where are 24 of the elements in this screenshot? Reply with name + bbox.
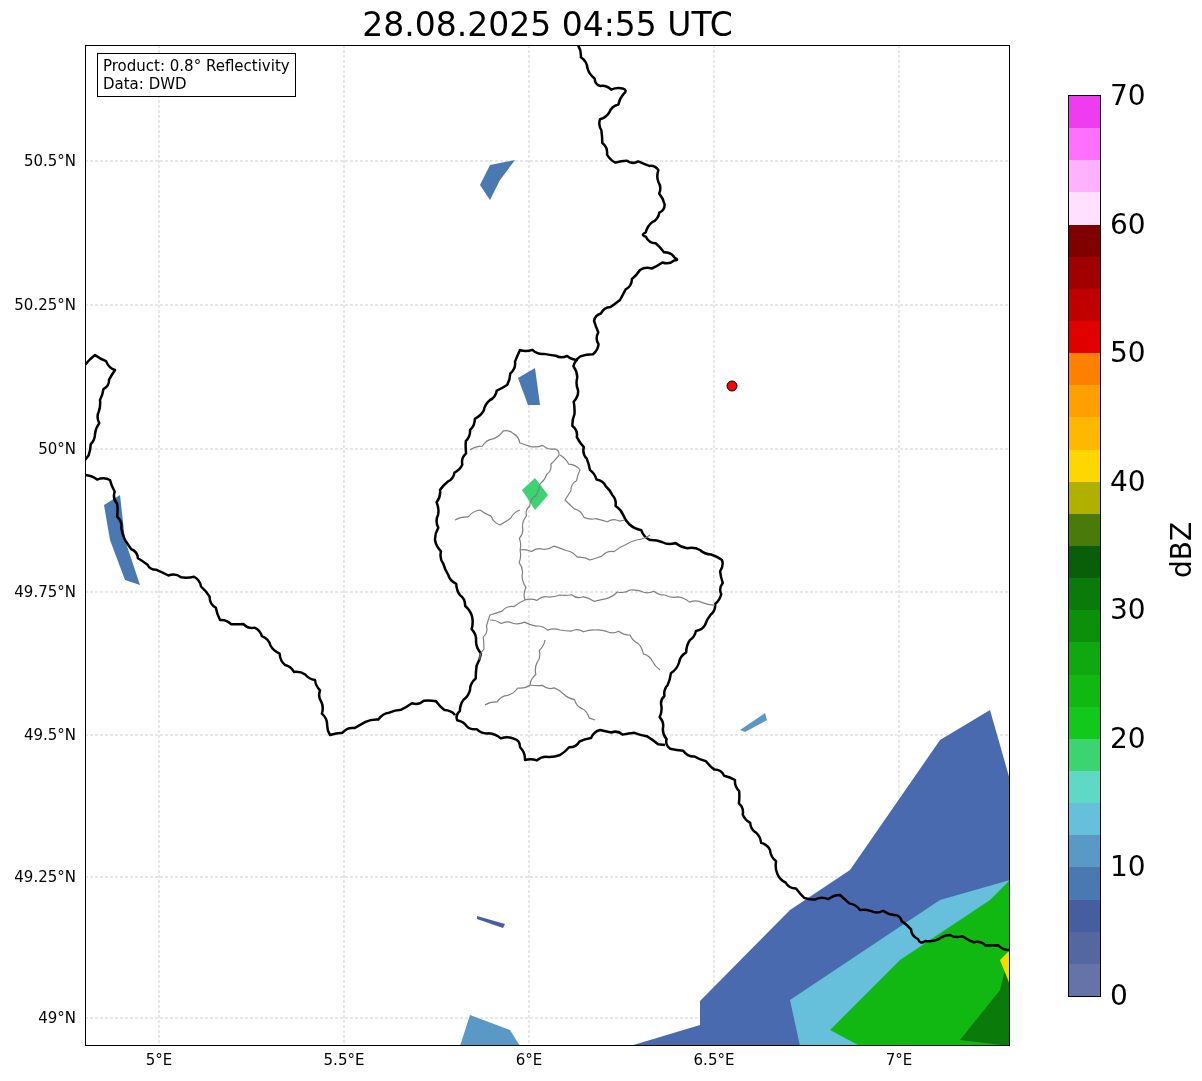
colorbar-tick-label: 50 [1110, 337, 1146, 370]
colorbar-tick-label: 70 [1110, 80, 1146, 112]
x-tick-label: 5.5°E [323, 1051, 365, 1069]
y-tick-label: 49.75°N [14, 583, 76, 601]
y-tick-label: 49°N [38, 1009, 76, 1027]
colorbar-tick-label: 60 [1110, 208, 1146, 241]
x-tick-label: 6.5°E [693, 1051, 735, 1069]
y-tick-label: 49.5°N [23, 726, 76, 744]
legend-text: Data: DWD [103, 75, 188, 93]
x-tick-label: 6°E [515, 1051, 543, 1069]
colorbar-tick-label: 10 [1110, 851, 1146, 884]
chart-title: 28.08.2025 04:55 UTC [361, 4, 734, 46]
y-tick-label: 49.25°N [14, 868, 76, 886]
colorbar-label: dBZ [1166, 521, 1198, 579]
colorbar-tick-label: 20 [1110, 722, 1146, 755]
colorbar-tick-label: 0 [1110, 980, 1128, 1012]
y-tick-label: 50.5°N [23, 152, 76, 170]
legend-text: Product: 0.8° Reflectivity [103, 57, 290, 75]
x-tick-label: 5°E [145, 1051, 173, 1069]
y-tick-label: 50°N [38, 440, 76, 458]
x-tick-label: 7°E [885, 1051, 913, 1069]
colorbar-tick-label: 30 [1110, 594, 1146, 627]
y-tick-label: 50.25°N [14, 296, 76, 314]
colorbar-tick-label: 40 [1110, 465, 1146, 498]
